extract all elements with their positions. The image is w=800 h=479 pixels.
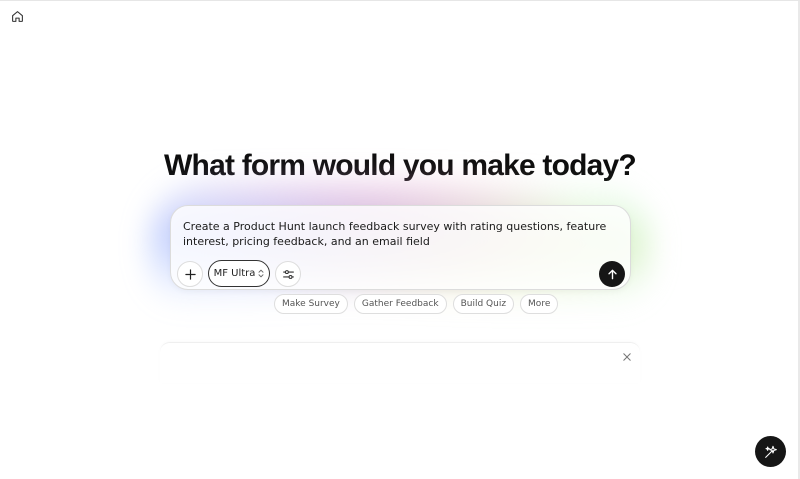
model-select[interactable]: MF Ultra (208, 260, 270, 287)
add-attachment-button[interactable] (177, 261, 203, 287)
home-icon (11, 10, 23, 22)
panel-close-button[interactable] (622, 352, 632, 362)
suggestion-build-quiz[interactable]: Build Quiz (452, 294, 515, 314)
ai-assistant-button[interactable] (755, 436, 786, 467)
info-panel (160, 342, 640, 383)
close-icon (623, 353, 631, 361)
suggestion-make-survey[interactable]: Make Survey (274, 294, 348, 314)
app-page: What form would you make today? Create a… (0, 0, 800, 479)
page-title: What form would you make today? (164, 149, 637, 182)
plus-icon (184, 268, 196, 280)
prompt-input[interactable]: Create a Product Hunt launch feedback su… (183, 219, 613, 249)
model-select-label: MF Ultra (213, 268, 256, 279)
home-button[interactable] (9, 8, 25, 24)
suggestion-gather-feedback[interactable]: Gather Feedback (353, 294, 447, 314)
settings-button[interactable] (275, 261, 301, 287)
arrow-up-icon (607, 269, 617, 279)
suggestion-chips: Make Survey Gather Feedback Build Quiz M… (274, 294, 559, 314)
chevron-up-down-icon (258, 269, 264, 278)
prompt-composer: Create a Product Hunt launch feedback su… (170, 205, 631, 290)
sparkle-icon (764, 445, 777, 458)
suggestion-more[interactable]: More (520, 294, 559, 314)
send-button[interactable] (599, 261, 625, 287)
sliders-icon (282, 269, 294, 279)
